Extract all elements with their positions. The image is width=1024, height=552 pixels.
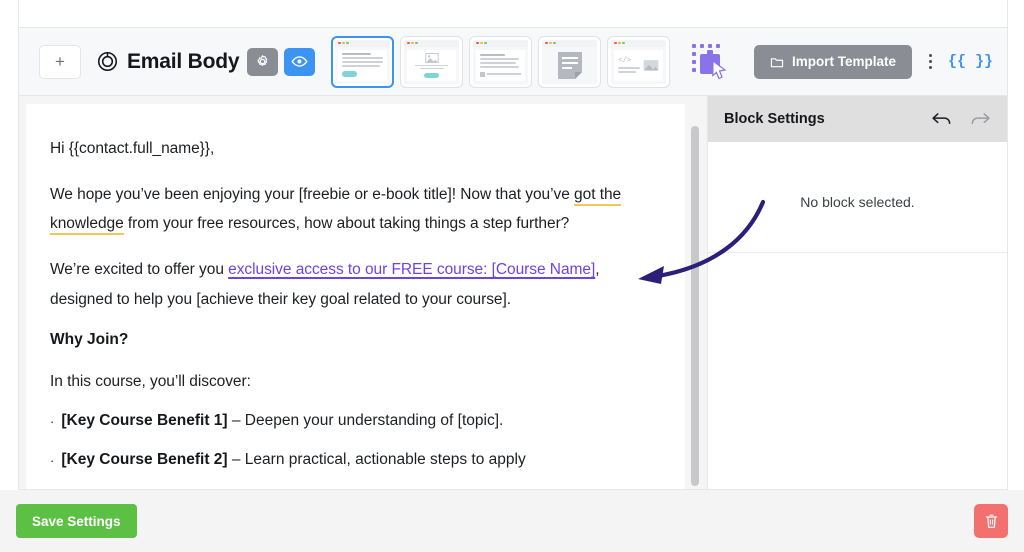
chrome-dot-green	[415, 41, 418, 45]
save-settings-button[interactable]: Save Settings	[16, 504, 137, 538]
editor-shell: + Email Body </> Import Template {{}} H…	[18, 27, 1008, 490]
panel-body: No block selected.	[708, 142, 1007, 489]
chrome-dot-yellow	[411, 41, 414, 45]
folder-icon	[770, 57, 784, 67]
gear-icon	[257, 55, 268, 66]
image-placeholder-icon	[644, 59, 659, 71]
thumb-chrome	[335, 39, 391, 47]
thumb-chrome	[542, 39, 598, 47]
bullet-rest: – Deepen your understanding of [topic].	[227, 411, 504, 429]
email-canvas-wrapper: Hi {{contact.full_name}}, We hope you’ve…	[19, 96, 707, 489]
undo-button[interactable]	[931, 110, 953, 128]
thumb-chrome	[404, 39, 460, 47]
thumb-body	[335, 46, 391, 84]
panel-history-actions	[931, 110, 991, 128]
thumb-chrome	[611, 39, 667, 47]
footer-bar: Save Settings	[0, 490, 1024, 552]
bullet-marker: ·	[50, 413, 55, 429]
editor-main: Hi {{contact.full_name}}, We hope you’ve…	[19, 96, 1007, 489]
settings-button[interactable]	[247, 47, 279, 76]
trash-icon	[985, 514, 997, 528]
redo-button[interactable]	[969, 110, 991, 128]
bullet-text: [Key Course Benefit 1] – Deepen your und…	[61, 412, 503, 432]
email-builder-app: + Email Body </> Import Template {{}} H…	[0, 0, 1024, 552]
email-document[interactable]: Hi {{contact.full_name}}, We hope you’ve…	[26, 104, 685, 471]
bullet-text: [Key Course Benefit 2] – Learn practical…	[61, 451, 525, 471]
document-title-group: Email Body	[97, 49, 240, 74]
toolbar-right-actions: Import Template {{ }}	[753, 44, 993, 79]
vertical-dots-icon	[929, 66, 933, 69]
bullet-marker: ·	[50, 453, 55, 469]
panel-header: Block Settings	[708, 96, 1007, 142]
panel-divider	[708, 252, 1007, 253]
panel-title: Block Settings	[724, 111, 825, 127]
add-block-button[interactable]: +	[39, 44, 81, 79]
chrome-dot-green	[622, 41, 625, 45]
chrome-dot-red	[545, 41, 548, 45]
vertical-dots-icon	[929, 54, 933, 57]
redo-arrow-icon	[971, 113, 990, 124]
bullet-bold-label: [Key Course Benefit 1]	[61, 411, 228, 429]
template-thumb-two-column[interactable]	[469, 35, 533, 88]
chrome-dot-green	[484, 41, 487, 45]
canvas-scrollbar[interactable]	[691, 126, 699, 486]
import-template-label: Import Template	[791, 54, 896, 69]
chrome-dot-yellow	[480, 41, 483, 45]
paragraph-intro[interactable]: We hope you’ve been enjoying your [freeb…	[50, 180, 655, 238]
eye-icon	[291, 56, 308, 67]
chrome-dot-green	[346, 41, 349, 45]
preview-button[interactable]	[284, 47, 316, 76]
chrome-dot-green	[553, 41, 556, 45]
page-title: Email Body	[127, 49, 240, 73]
thumb-body	[473, 46, 529, 84]
plus-icon: +	[55, 52, 65, 71]
thumb-chrome	[473, 39, 529, 47]
delete-button[interactable]	[974, 504, 1008, 538]
list-item[interactable]: · [Key Course Benefit 1] – Deepen your u…	[50, 412, 655, 432]
scrollbar-thumb[interactable]	[691, 126, 699, 486]
chrome-dot-yellow	[342, 41, 345, 45]
intro-text-before: We hope you’ve been enjoying your [freeb…	[50, 186, 575, 204]
course-link[interactable]: exclusive access to our FREE course: [Co…	[228, 261, 595, 278]
offer-text-before: We’re excited to offer you	[50, 261, 229, 279]
chrome-dot-red	[407, 41, 410, 45]
chrome-dot-yellow	[618, 41, 621, 45]
chrome-dot-yellow	[549, 41, 552, 45]
chrome-dot-red	[614, 41, 617, 45]
document-icon	[557, 52, 582, 79]
thumb-body	[542, 46, 598, 84]
chrome-dot-red	[338, 41, 341, 45]
top-white-strip	[18, 0, 1008, 27]
paragraph-offer[interactable]: We’re excited to offer you exclusive acc…	[50, 255, 655, 313]
target-rings-icon	[97, 51, 118, 72]
merge-tag-button[interactable]: {{ }}	[948, 53, 993, 70]
bullet-rest: – Learn practical, actionable steps to a…	[227, 451, 526, 469]
chrome-dot-red	[476, 41, 479, 45]
template-thumb-text-layout[interactable]	[331, 35, 395, 88]
editor-toolbar: + Email Body </> Import Template {{}}	[19, 28, 1007, 96]
block-settings-panel: Block Settings No block selected.	[707, 96, 1007, 489]
email-canvas[interactable]: Hi {{contact.full_name}}, We hope you’ve…	[26, 104, 685, 489]
bullet-bold-label: [Key Course Benefit 2]	[61, 451, 228, 469]
template-thumb-code-image[interactable]: </>	[607, 35, 671, 88]
thumb-body	[404, 46, 460, 84]
undo-arrow-icon	[932, 113, 951, 124]
template-thumbnails: </>	[331, 35, 671, 88]
more-options-button[interactable]	[920, 47, 942, 77]
empty-state-message: No block selected.	[800, 194, 915, 210]
intro-text-after: from your free resources, how about taki…	[123, 215, 570, 233]
list-item[interactable]: · [Key Course Benefit 2] – Learn practic…	[50, 451, 655, 471]
template-thumb-document[interactable]	[538, 35, 602, 88]
import-template-button[interactable]: Import Template	[753, 44, 912, 79]
vertical-dots-icon	[929, 60, 933, 63]
image-placeholder-icon	[425, 52, 439, 63]
puzzle-block-cursor-icon	[692, 43, 727, 79]
heading-why-join[interactable]: Why Join?	[50, 331, 655, 349]
thumb-body: </>	[611, 46, 667, 84]
paragraph-greeting[interactable]: Hi {{contact.full_name}},	[50, 134, 655, 163]
block-picker-button[interactable]	[680, 36, 732, 88]
paragraph-discover[interactable]: In this course, you’ll discover:	[50, 367, 655, 396]
template-thumb-image-text[interactable]	[400, 35, 464, 88]
